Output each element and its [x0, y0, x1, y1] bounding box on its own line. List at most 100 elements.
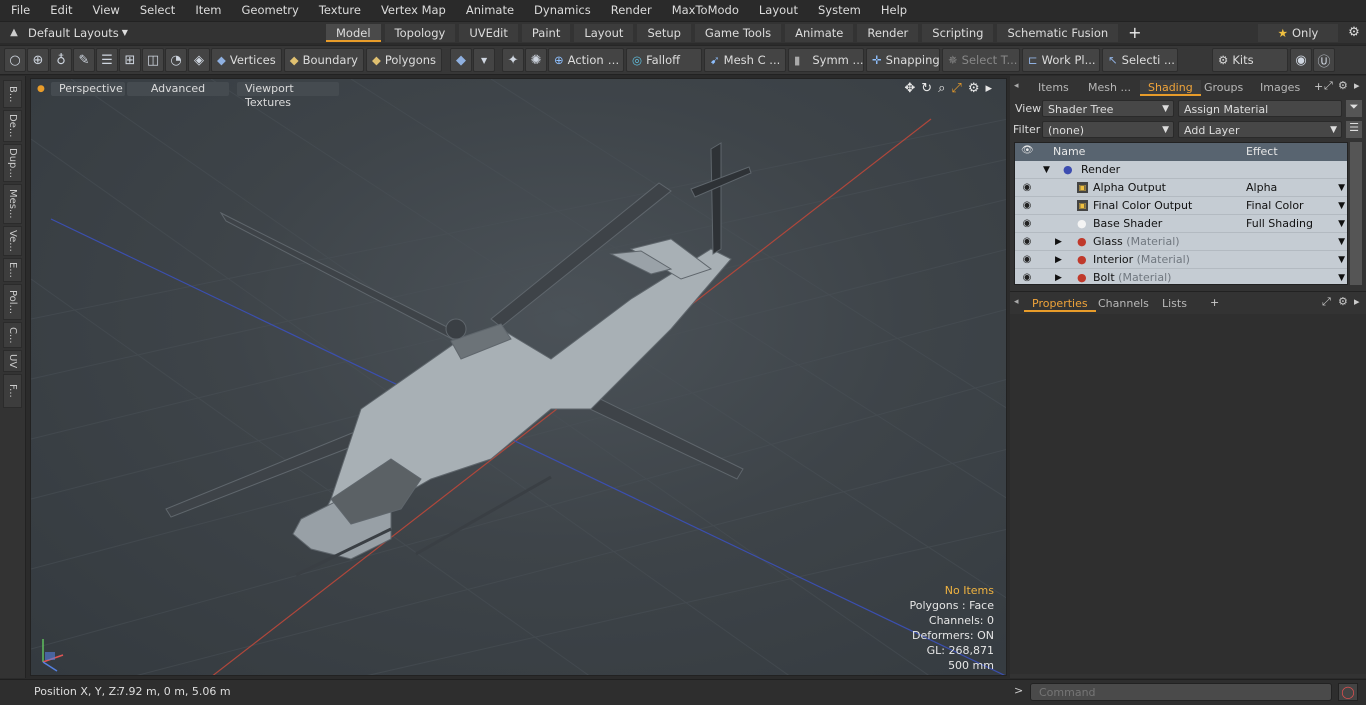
- polygons-button[interactable]: ◆ Polygons: [365, 48, 443, 72]
- snap-gizmo-icon[interactable]: ✦: [502, 48, 525, 72]
- mesh-constraint-button[interactable]: ➹ Mesh C ...: [704, 48, 787, 72]
- chevron-down-icon[interactable]: ▼: [1338, 251, 1345, 269]
- collapse-icon[interactable]: ▲: [0, 27, 28, 38]
- view-dropdown[interactable]: Shader Tree ▼: [1042, 100, 1174, 117]
- expand-arrow-icon[interactable]: ▶: [1055, 233, 1062, 251]
- tab-shading[interactable]: Shading: [1140, 80, 1201, 96]
- expand-icon[interactable]: ⤢: [1324, 79, 1333, 93]
- maximize-icon[interactable]: ⤢: [951, 81, 961, 96]
- command-input[interactable]: [1030, 683, 1332, 701]
- play-arrow-icon[interactable]: ▸: [1354, 79, 1360, 92]
- tab-paint[interactable]: Paint: [521, 23, 571, 42]
- falloff-button[interactable]: ◎ Falloff: [626, 48, 703, 72]
- left-tab-deform[interactable]: De...: [3, 110, 22, 142]
- left-tab-edge[interactable]: E...: [3, 258, 22, 282]
- expand-arrow-icon[interactable]: ▶: [1055, 251, 1062, 269]
- unreal-icon[interactable]: Ⓤ: [1313, 48, 1336, 72]
- tab-setup[interactable]: Setup: [637, 23, 691, 42]
- expand-icon[interactable]: ⤢: [1322, 295, 1331, 309]
- left-tab-duplicate[interactable]: Dup...: [3, 144, 22, 182]
- menu-texture[interactable]: Texture: [308, 0, 370, 21]
- tab-model[interactable]: Model: [326, 23, 381, 42]
- menu-help[interactable]: Help: [870, 0, 916, 21]
- tab-uvedit[interactable]: UVEdit: [459, 23, 518, 42]
- layout-selector[interactable]: Default Layouts ▼: [28, 26, 128, 40]
- play-arrow-icon[interactable]: ▸: [985, 81, 992, 96]
- menu-render[interactable]: Render: [600, 0, 661, 21]
- tree-row-interior[interactable]: ◉ ▶ ● Interior (Material) ▼: [1015, 251, 1347, 269]
- snapping-button[interactable]: ✛ Snapping: [866, 48, 941, 72]
- work-plane-button[interactable]: ⊏ Work Pl...: [1022, 48, 1101, 72]
- record-icon[interactable]: ◯: [1338, 683, 1358, 701]
- chevron-down-icon[interactable]: ▼: [473, 48, 496, 72]
- tab-scripting[interactable]: Scripting: [922, 23, 994, 42]
- perspective-tab[interactable]: Perspective: [51, 82, 125, 96]
- add-tab-button[interactable]: +: [1122, 23, 1147, 42]
- chevron-down-icon[interactable]: ▼: [1338, 269, 1345, 284]
- left-tab-vertex[interactable]: Ve...: [3, 226, 22, 256]
- tree-row-render[interactable]: ▼ ● Render: [1015, 161, 1347, 179]
- tab-game-tools[interactable]: Game Tools: [694, 23, 782, 42]
- eye-icon[interactable]: ◉: [1015, 251, 1039, 269]
- timer-icon[interactable]: ◔: [165, 48, 187, 72]
- chevron-down-icon[interactable]: ▼: [1338, 233, 1345, 251]
- filter-dropdown[interactable]: (none) ▼: [1042, 121, 1174, 138]
- add-tab-icon[interactable]: +: [1210, 296, 1219, 309]
- viewport-menu-dot-icon[interactable]: ●: [37, 84, 45, 94]
- tab-topology[interactable]: Topology: [384, 23, 456, 42]
- tab-mesh[interactable]: Mesh ...: [1080, 80, 1139, 96]
- tab-images[interactable]: Images: [1252, 80, 1308, 96]
- gear-icon[interactable]: ⚙: [1338, 295, 1348, 308]
- menu-dynamics[interactable]: Dynamics: [523, 0, 600, 21]
- menu-maxtomodo[interactable]: MaxToModo: [661, 0, 748, 21]
- globe-icon[interactable]: ⊕: [27, 48, 49, 72]
- left-tab-basic[interactable]: B...: [3, 80, 22, 108]
- vertices-button[interactable]: ◆ Vertices: [211, 48, 282, 72]
- menu-system[interactable]: System: [807, 0, 870, 21]
- eye-icon[interactable]: ◉: [1015, 233, 1039, 251]
- tree-row-bolt[interactable]: ◉ ▶ ● Bolt (Material) ▼: [1015, 269, 1347, 284]
- panel-menu-icon[interactable]: ◂: [1014, 297, 1019, 307]
- column-name[interactable]: Name: [1053, 145, 1085, 158]
- item-mode-icon[interactable]: ◈: [188, 48, 210, 72]
- menu-select[interactable]: Select: [129, 0, 184, 21]
- expand-arrow-icon[interactable]: ▼: [1043, 161, 1050, 179]
- play-arrow-icon[interactable]: ▸: [1354, 295, 1360, 308]
- eye-icon[interactable]: ◉: [1015, 269, 1039, 284]
- panel-menu-icon[interactable]: ◂: [1014, 81, 1019, 91]
- list-options-icon[interactable]: ☰: [1346, 121, 1362, 138]
- tab-lists[interactable]: Lists: [1154, 296, 1195, 312]
- kits-button[interactable]: ⚙ Kits: [1212, 48, 1289, 72]
- advanced-tab[interactable]: Advanced: [127, 82, 229, 96]
- tab-render[interactable]: Render: [857, 23, 919, 42]
- menu-view[interactable]: View: [82, 0, 129, 21]
- chevron-down-icon[interactable]: ▼: [1338, 179, 1345, 197]
- left-tab-polygon[interactable]: Pol...: [3, 284, 22, 320]
- chevron-down-icon[interactable]: ▼: [1338, 197, 1345, 215]
- menu-layout[interactable]: Layout: [748, 0, 807, 21]
- rotate-icon[interactable]: ↻: [921, 81, 932, 96]
- assign-material-dropdown[interactable]: Assign Material: [1178, 100, 1342, 117]
- tab-layout[interactable]: Layout: [574, 23, 634, 42]
- tab-channels[interactable]: Channels: [1090, 296, 1157, 312]
- box-icon[interactable]: ◫: [142, 48, 164, 72]
- only-toggle[interactable]: ★ Only: [1258, 23, 1338, 42]
- shader-tree-scrollbar[interactable]: [1350, 142, 1362, 285]
- eye-icon[interactable]: ◉: [1015, 197, 1039, 215]
- eye-icon[interactable]: ◉: [1015, 215, 1039, 233]
- column-effect[interactable]: Effect: [1246, 145, 1278, 158]
- funnel-icon[interactable]: ⏷: [1346, 100, 1362, 117]
- left-tab-fusion[interactable]: F...: [3, 374, 22, 408]
- boundary-button[interactable]: ◆ Boundary: [283, 48, 364, 72]
- add-tab-icon[interactable]: +: [1314, 80, 1323, 93]
- symmetry-button[interactable]: ▮ Symm ...: [788, 48, 865, 72]
- menu-animate[interactable]: Animate: [455, 0, 523, 21]
- circle-select-icon[interactable]: ○: [4, 48, 26, 72]
- soccer-icon[interactable]: ✺: [525, 48, 548, 72]
- tab-animate[interactable]: Animate: [785, 23, 854, 42]
- tree-row-alpha-output[interactable]: ◉ ▣ Alpha Output Alpha ▼: [1015, 179, 1347, 197]
- expand-arrow-icon[interactable]: ▶: [1055, 269, 1062, 284]
- eye-icon[interactable]: ◉: [1015, 179, 1039, 197]
- tree-row-glass[interactable]: ◉ ▶ ● Glass (Material) ▼: [1015, 233, 1347, 251]
- chevron-down-icon[interactable]: ▼: [1338, 215, 1345, 233]
